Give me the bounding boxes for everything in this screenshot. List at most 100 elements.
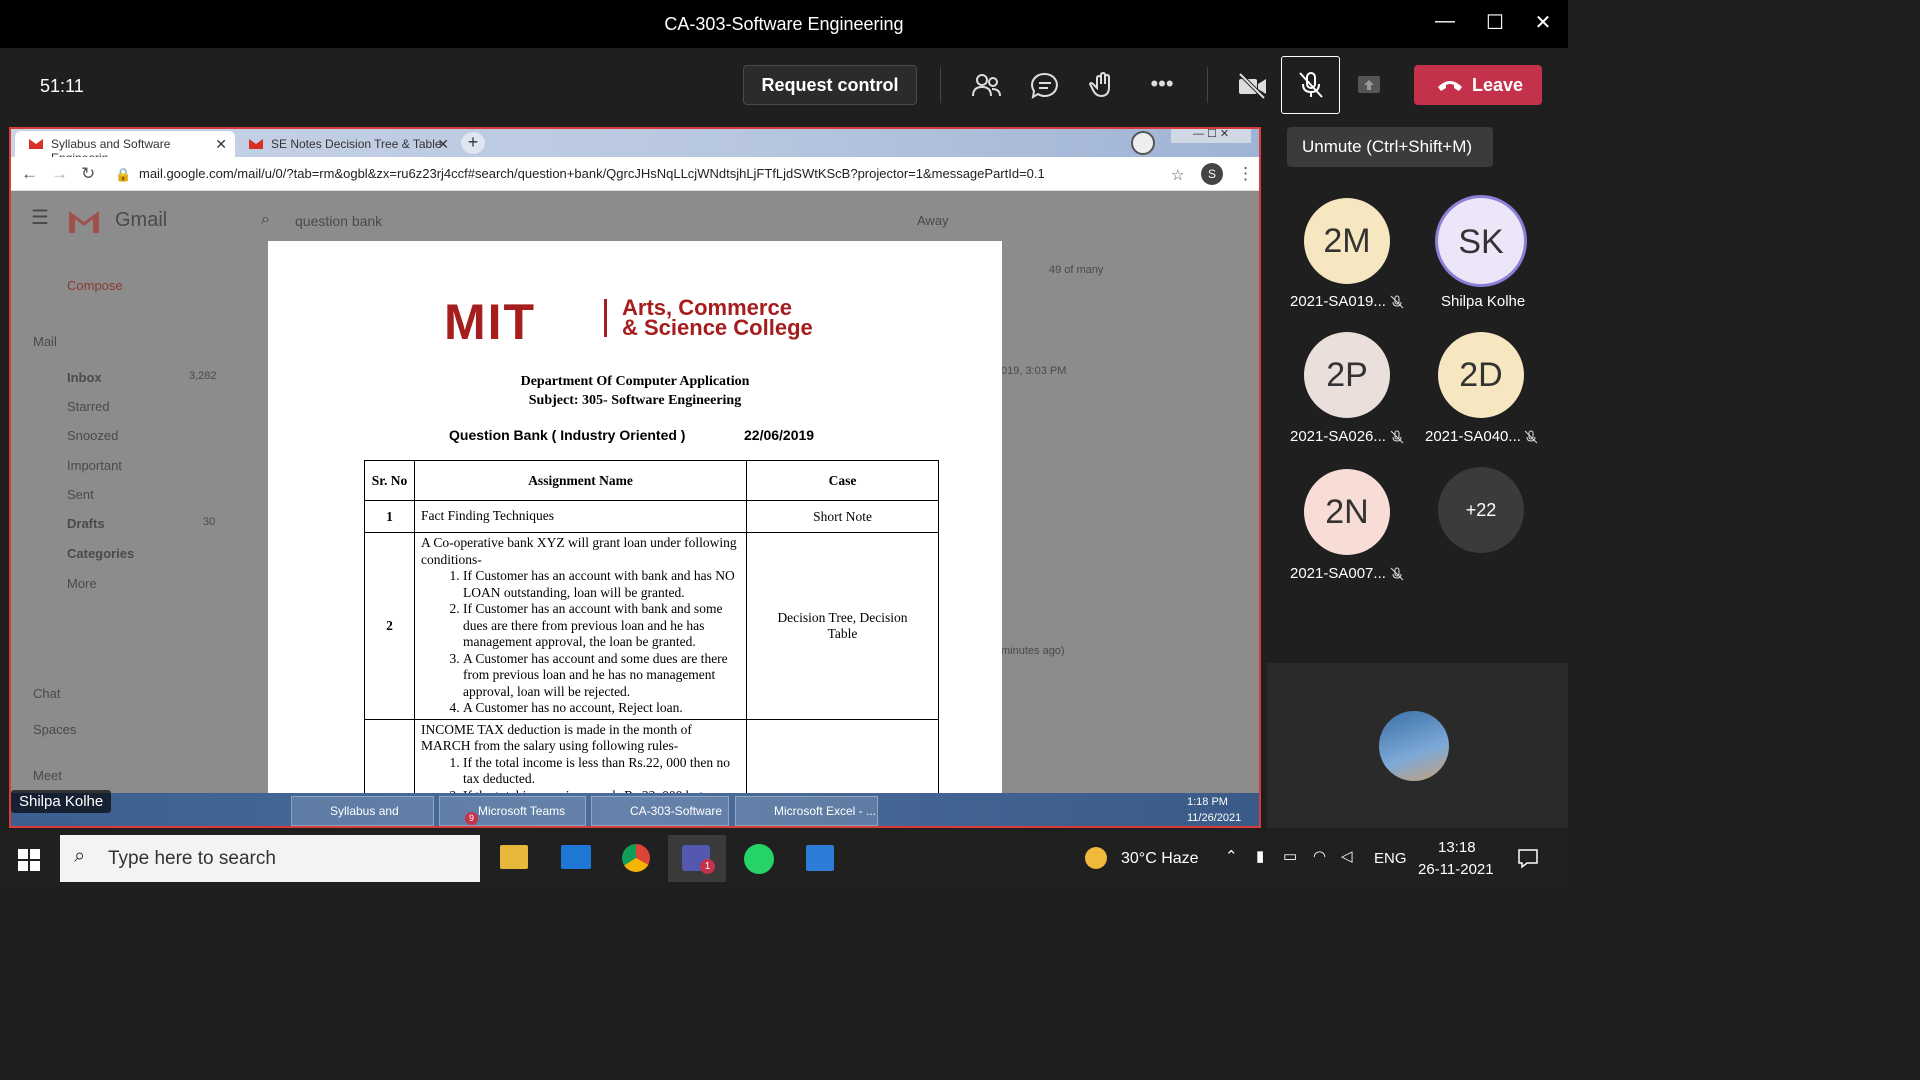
leave-button[interactable]: Leave bbox=[1414, 65, 1542, 105]
maximize-button[interactable]: ☐ bbox=[1480, 10, 1510, 38]
nav-item-starred[interactable]: Starred bbox=[67, 399, 110, 414]
participant-muted-icon bbox=[1390, 567, 1404, 581]
browser-tab-syllabus[interactable]: Syllabus and Software Engineerin ✕ bbox=[15, 131, 235, 165]
participant-muted-icon bbox=[1390, 295, 1404, 309]
inner-clock-time: 1:18 PM bbox=[1187, 796, 1228, 808]
question-bank-table: Sr. No Assignment Name Case 1 Fact Findi… bbox=[364, 460, 939, 801]
browser-window-controls[interactable]: — ☐ ✕ bbox=[1171, 129, 1251, 143]
avatar-initials: 2N bbox=[1325, 493, 1369, 531]
hamburger-menu-icon[interactable]: ☰ bbox=[31, 205, 49, 230]
microphone-icon[interactable]: ▮ bbox=[1256, 847, 1264, 865]
inbox-count: 3,282 bbox=[189, 370, 217, 382]
whatsapp-icon[interactable] bbox=[744, 844, 774, 874]
close-window-button[interactable]: ✕ bbox=[1528, 10, 1558, 38]
self-avatar[interactable] bbox=[1379, 711, 1449, 781]
show-hidden-icons[interactable]: ⌃ bbox=[1225, 847, 1238, 865]
weather-icon[interactable] bbox=[1085, 847, 1107, 869]
question-bank-title: Question Bank ( Industry Oriented ) bbox=[449, 427, 686, 443]
gmail-spaces-section[interactable]: Spaces bbox=[33, 722, 76, 737]
browser-tab-se-notes[interactable]: SE Notes Decision Tree & Table - ✕ bbox=[235, 131, 457, 165]
lock-icon: 🔒 bbox=[115, 167, 132, 182]
share-tray-icon[interactable] bbox=[1355, 71, 1383, 99]
logo-college-name: Arts, Commerce & Science College bbox=[622, 297, 813, 339]
chrome-icon[interactable] bbox=[622, 844, 650, 872]
sr-no-cell: 1 bbox=[364, 500, 415, 533]
participant-avatar[interactable]: 2N bbox=[1304, 469, 1390, 555]
window-titlebar: CA-303-Software Engineering — ☐ ✕ bbox=[0, 0, 1568, 48]
wifi-icon[interactable]: ◠ bbox=[1313, 847, 1326, 865]
browser-profile-menu-icon[interactable] bbox=[1131, 131, 1155, 155]
nav-item-drafts[interactable]: Drafts bbox=[67, 516, 105, 531]
gmail-chat-section[interactable]: Chat bbox=[33, 686, 60, 701]
raise-hand-icon[interactable] bbox=[1088, 70, 1120, 102]
language-indicator[interactable]: ENG bbox=[1374, 850, 1407, 867]
chat-icon[interactable] bbox=[1029, 70, 1061, 102]
windows-taskbar: ⌕ Type here to search 1 30°C Haze ⌃ ▮ ▭ … bbox=[0, 835, 1568, 882]
taskbar-search-placeholder: Type here to search bbox=[108, 848, 276, 869]
forward-arrow-icon[interactable]: → bbox=[51, 164, 68, 184]
search-icon[interactable]: ⌕ bbox=[261, 211, 270, 229]
windows-start-icon[interactable] bbox=[18, 849, 40, 871]
taskbar-item-meeting[interactable]: CA-303-Software ... bbox=[591, 796, 729, 826]
nav-item-important[interactable]: Important bbox=[67, 458, 122, 473]
battery-icon[interactable]: ▭ bbox=[1283, 847, 1297, 865]
nav-item-more[interactable]: More bbox=[67, 576, 97, 591]
close-tab-icon[interactable]: ✕ bbox=[215, 136, 227, 153]
clock-time[interactable]: 13:18 bbox=[1438, 839, 1476, 856]
mute-toggle-button[interactable] bbox=[1281, 56, 1340, 114]
reload-icon[interactable]: ↻ bbox=[81, 164, 95, 184]
search-icon: ⌕ bbox=[74, 845, 86, 867]
new-tab-button[interactable]: + bbox=[461, 132, 485, 154]
bookmark-star-icon[interactable]: ☆ bbox=[1171, 166, 1184, 184]
email-timestamp: 019, 3:03 PM bbox=[1001, 365, 1067, 377]
gmail-meet-section[interactable]: Meet bbox=[33, 768, 62, 783]
case-cell: Short Note bbox=[746, 500, 939, 533]
taskbar-item-teams[interactable]: Microsoft Teams bbox=[439, 796, 586, 826]
nav-item-inbox[interactable]: Inbox bbox=[67, 370, 102, 385]
more-participants-button[interactable]: +22 bbox=[1438, 467, 1524, 553]
close-tab-icon[interactable]: ✕ bbox=[437, 136, 449, 153]
participant-name: 2021-SA007... bbox=[1290, 565, 1386, 582]
table-header-row: Sr. No Assignment Name Case bbox=[364, 460, 939, 501]
gmail-status-dropdown[interactable]: Away bbox=[917, 213, 949, 228]
sr-no-cell: 2 bbox=[364, 532, 415, 720]
camera-off-icon[interactable] bbox=[1236, 70, 1268, 102]
teams-notification-badge: 9 bbox=[465, 812, 478, 825]
gmail-pager: 49 of many bbox=[1049, 264, 1104, 276]
nav-item-snoozed[interactable]: Snoozed bbox=[67, 428, 118, 443]
compose-button[interactable]: Compose bbox=[67, 278, 123, 293]
taskbar-item-excel[interactable]: Microsoft Excel - ... bbox=[735, 796, 878, 826]
more-actions-button[interactable]: ••• bbox=[1146, 70, 1178, 102]
participant-avatar[interactable]: 2M bbox=[1304, 198, 1390, 284]
photos-icon[interactable] bbox=[806, 845, 834, 871]
assignment-intro: INCOME TAX deduction is made in the mont… bbox=[421, 721, 692, 754]
subject-heading: Subject: 305- Software Engineering bbox=[528, 393, 742, 408]
weather-text[interactable]: 30°C Haze bbox=[1121, 850, 1199, 868]
minimize-button[interactable]: — bbox=[1430, 10, 1460, 38]
request-control-button[interactable]: Request control bbox=[743, 65, 917, 105]
teams-taskbar-button[interactable]: 1 bbox=[668, 835, 726, 882]
url-field[interactable]: mail.google.com/mail/u/0/?tab=rm&ogbl&zx… bbox=[139, 166, 1045, 181]
taskbar-search-box[interactable]: ⌕ Type here to search bbox=[60, 835, 480, 882]
browser-profile-avatar[interactable]: S bbox=[1201, 163, 1223, 185]
notification-center-icon[interactable] bbox=[1517, 847, 1539, 869]
browser-menu-icon[interactable]: ⋮ bbox=[1237, 164, 1254, 184]
participant-avatar[interactable]: 2D bbox=[1438, 332, 1524, 418]
taskbar-item-chrome[interactable]: Syllabus and Soft... bbox=[291, 796, 434, 826]
table-row: INCOME TAX deduction is made in the mont… bbox=[364, 718, 939, 801]
back-arrow-icon[interactable]: ← bbox=[21, 164, 38, 184]
clock-date[interactable]: 26-11-2021 bbox=[1418, 861, 1494, 878]
nav-item-categories[interactable]: Categories bbox=[67, 546, 134, 561]
nav-item-sent[interactable]: Sent bbox=[67, 487, 94, 502]
case-cell bbox=[746, 718, 939, 801]
file-explorer-icon[interactable] bbox=[500, 845, 528, 869]
participants-icon[interactable] bbox=[970, 70, 1002, 102]
mail-icon[interactable] bbox=[561, 845, 591, 869]
participant-avatar[interactable]: 2P bbox=[1304, 332, 1390, 418]
volume-icon[interactable]: ◁ bbox=[1341, 847, 1353, 865]
gmail-logo-icon bbox=[69, 211, 99, 233]
gmail-search-input[interactable]: question bank bbox=[295, 213, 382, 229]
meeting-timer: 51:11 bbox=[40, 76, 84, 96]
participant-avatar-speaking[interactable]: SK bbox=[1435, 195, 1527, 287]
phone-hangup-icon bbox=[1438, 81, 1462, 91]
